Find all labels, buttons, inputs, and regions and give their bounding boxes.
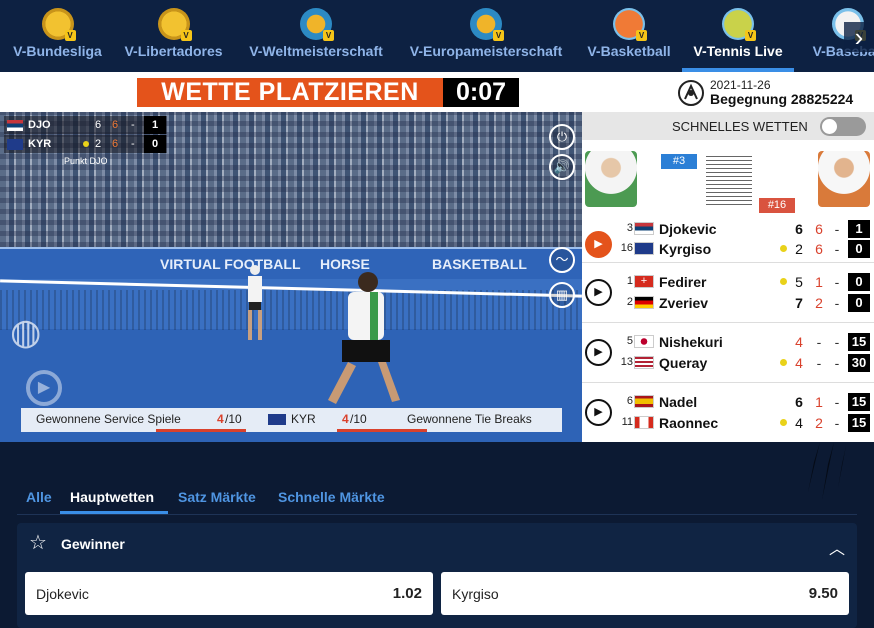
odds-button[interactable]: Djokevic 1.02: [25, 572, 433, 615]
advertising-board: VIRTUAL FOOTBALL HORSE BASKETBALL: [0, 247, 582, 279]
chevron-right-icon[interactable]: ›: [844, 22, 874, 52]
score-overlay: DJO 6 6 - 1 KYR 2 6 - 0 Punkt DJO: [4, 116, 167, 168]
bar-stats-icon[interactable]: ▥: [549, 282, 575, 308]
tennis-ball-icon: V: [722, 8, 756, 41]
serve-indicator-icon: [780, 278, 787, 285]
quick-bet-toggle-row: SCHNELLES WETTEN: [582, 112, 874, 140]
serve-indicator-icon: [780, 359, 787, 366]
star-icon[interactable]: ☆: [29, 533, 49, 553]
tab-alle[interactable]: Alle: [26, 489, 52, 505]
score-row: DJO 6 6 - 1: [4, 116, 167, 134]
canada-flag-icon: [634, 416, 654, 429]
nav-item-basketball[interactable]: V V-Basketball: [584, 8, 674, 59]
flag-icon: [268, 414, 286, 425]
page: V V-Bundesliga V V-Libertadores V V-Welt…: [0, 0, 874, 628]
jersey-icon: V: [41, 8, 76, 41]
active-tab-underline: [60, 511, 168, 514]
place-bet-button[interactable]: WETTE PLATZIEREN: [137, 78, 443, 107]
watermark-logo-icon: ◍: [10, 311, 42, 352]
player-avatar: [585, 151, 637, 207]
power-icon[interactable]: ⏻: [549, 124, 575, 150]
chevron-up-icon[interactable]: ︿: [829, 535, 845, 559]
flag-icon: [7, 139, 23, 150]
match-video[interactable]: VIRTUAL FOOTBALL HORSE BASKETBALL DJO 6 …: [0, 112, 582, 442]
player-figure: [328, 272, 400, 404]
spain-flag-icon: [634, 395, 654, 408]
player-row: 2 Zveriev 7 2 - 0: [582, 293, 874, 313]
match-stats-bar: Gewonnene Service Spiele 4 /10 KYR 4 /10…: [21, 408, 562, 432]
rank-badge: #16: [759, 198, 795, 213]
australia-flag-icon: [634, 242, 654, 255]
market-title: Gewinner: [61, 536, 125, 552]
match-row[interactable]: ▶ 1 + Fedirer 5 1 - 0 2 Zveriev 7 2 - 0: [582, 262, 874, 322]
trend-chart-icon[interactable]: 〜: [549, 247, 575, 273]
nav-item-weltmeisterschaft[interactable]: V V-Weltmeisterschaft: [244, 8, 388, 59]
score-row: KYR 2 6 - 0: [4, 135, 167, 153]
match-date: 2021-11-26: [710, 78, 771, 92]
nav-item-tennis-live[interactable]: V V-Tennis Live: [690, 8, 786, 59]
volume-icon[interactable]: 🔊: [549, 154, 575, 180]
trophy-icon: V: [300, 8, 334, 41]
countdown-timer: 0:07: [443, 78, 519, 107]
usa-flag-icon: [634, 356, 654, 369]
player-row: 11 Raonnec 4 2 - 15: [582, 413, 874, 433]
player-row: 1 + Fedirer 5 1 - 0: [582, 272, 874, 292]
player-row: 5 Nishekuri 4 - - 15: [582, 332, 874, 352]
market-tabs: Alle Hauptwetten Satz Märkte Schnelle Mä…: [17, 480, 857, 515]
opponent-figure: [248, 265, 262, 340]
japan-flag-icon: [634, 335, 654, 348]
trophy-icon: V: [470, 8, 504, 41]
player-row: 6 Nadel 6 1 - 15: [582, 392, 874, 412]
player-row: 3 Djokevic 6 6 - 1: [582, 219, 874, 239]
head-to-head-lines: [706, 153, 752, 205]
tab-schnelle-maerkte[interactable]: Schnelle Märkte: [278, 489, 385, 505]
flag-icon: [7, 120, 23, 131]
serve-indicator-icon: [83, 141, 89, 147]
serbia-flag-icon: [634, 222, 654, 235]
point-label: Punkt DJO: [64, 156, 108, 166]
sports-nav: V V-Bundesliga V V-Libertadores V V-Welt…: [0, 0, 874, 72]
nav-item-bundesliga[interactable]: V V-Bundesliga: [10, 8, 105, 59]
match-row[interactable]: ▶ 5 Nishekuri 4 - - 15 13 Queray 4 - - 3…: [582, 322, 874, 382]
tab-satz-maerkte[interactable]: Satz Märkte: [178, 489, 256, 505]
match-title: Begegnung 28825224: [710, 91, 854, 107]
nav-item-libertadores[interactable]: V V-Libertadores: [121, 8, 226, 59]
basketball-icon: V: [613, 8, 647, 41]
rank-badge: #3: [661, 154, 697, 169]
tennis-logo-icon: [678, 80, 704, 106]
quick-bet-toggle[interactable]: [820, 117, 866, 136]
match-row[interactable]: ▶ 6 Nadel 6 1 - 15 11 Raonnec 4 2 - 15: [582, 382, 874, 442]
tab-hauptwetten[interactable]: Hauptwetten: [70, 489, 154, 505]
odds-button[interactable]: Kyrgiso 9.50: [441, 572, 849, 615]
winner-market-card: ☆ Gewinner ︿ Djokevic 1.02 Kyrgiso 9.50: [17, 523, 857, 628]
player-row: 16 Kyrgiso 2 6 - 0: [582, 239, 874, 259]
serve-indicator-icon: [780, 419, 787, 426]
switzerland-flag-icon: +: [634, 275, 654, 288]
player-row: 13 Queray 4 - - 30: [582, 353, 874, 373]
jersey-icon: V: [157, 8, 192, 41]
serve-indicator-icon: [780, 245, 787, 252]
player-avatar: [818, 151, 870, 207]
replay-icon[interactable]: ▶: [26, 370, 62, 406]
nav-item-europameisterschaft[interactable]: V V-Europameisterschaft: [405, 8, 567, 59]
germany-flag-icon: [634, 296, 654, 309]
